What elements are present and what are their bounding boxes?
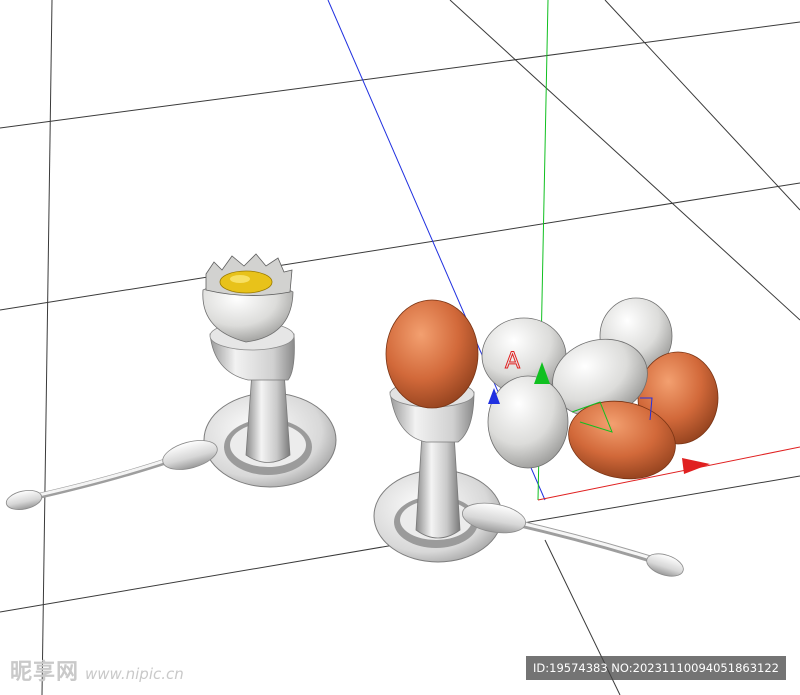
spoon-left (5, 440, 218, 510)
scene-canvas[interactable]: A (0, 0, 800, 695)
watermark-logo: 昵享网 (10, 659, 80, 685)
image-id-badge: ID:19574383 NO:20231110094051863122 (526, 656, 786, 680)
spoon-right (461, 502, 684, 577)
watermark: 昵享网 www.nipic.cn (10, 654, 184, 686)
opened-egg-cup (202, 253, 337, 488)
watermark-url: www.nipic.cn (85, 665, 184, 683)
brown-egg-whole (385, 299, 479, 409)
pivot-label: A (505, 349, 520, 374)
3d-viewport[interactable]: A 昵享网 www.nipic.cn ID:19574383 NO:202311… (0, 0, 800, 695)
